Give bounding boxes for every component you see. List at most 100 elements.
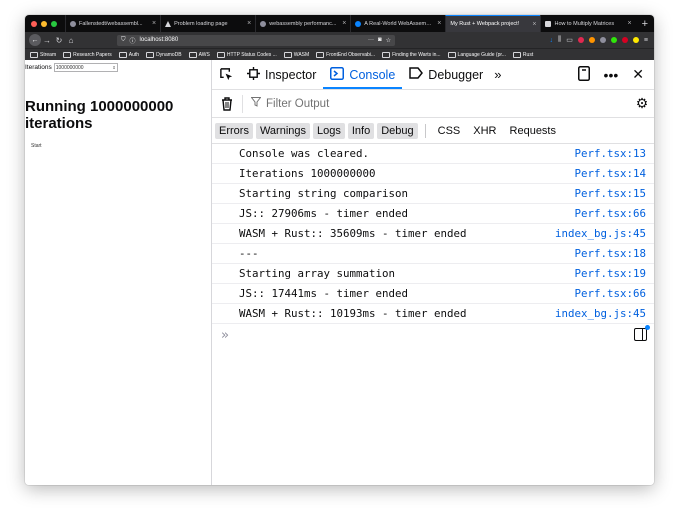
bookmark-star-icon[interactable]: ☆ [386,37,391,44]
site-icon [545,20,552,27]
folder-icon [283,51,292,58]
bookmark-item[interactable]: Language Guide (pr... [447,51,506,58]
library-icon[interactable]: ⫼ [558,36,561,44]
bookmark-item[interactable]: HTTP Status Codes ... [216,51,277,58]
bookmark-item[interactable]: WASM [283,51,309,58]
browser-tab-active[interactable]: My Rust + Webpack project! × [445,15,541,32]
close-tab-icon[interactable]: × [437,20,441,27]
console-settings-gear-icon[interactable]: ⚙ [630,95,654,112]
responsive-design-icon[interactable] [577,65,590,84]
sidebar-icon[interactable]: ▭ [566,36,573,44]
bookmark-label[interactable]: Language Guide (pr... [458,52,506,58]
message-source-link[interactable]: Perf.tsx:13 [574,147,646,160]
message-source-link[interactable]: Perf.tsx:66 [574,287,646,300]
message-source-link[interactable]: index_bg.js:45 [555,227,646,240]
tab-debugger[interactable]: Debugger [402,60,490,89]
console-input[interactable]: » [212,324,654,346]
forward-button[interactable]: → [41,36,53,45]
close-tab-icon[interactable]: × [532,21,536,28]
browser-tab[interactable]: How to Multiply Matrices × [540,15,635,32]
bookmark-item[interactable]: FrontEnd Observabi... [316,51,375,58]
browser-tab[interactable]: Problem loading page × [160,15,255,32]
filter-placeholder[interactable]: Filter Output [266,98,329,110]
level-warnings[interactable]: Warnings [255,122,311,139]
bookmark-item[interactable]: Finding the Warts in... [382,51,441,58]
bookmark-item[interactable]: Stream [30,51,56,58]
back-button[interactable]: ← [29,34,41,46]
message-source-link[interactable]: Perf.tsx:15 [574,187,646,200]
close-window-icon[interactable] [31,20,37,27]
tab-console[interactable]: Console [323,60,403,89]
close-tab-icon[interactable]: × [342,20,346,27]
start-button[interactable]: Start [31,143,42,149]
stepper-icon[interactable]: ⇕ [112,65,115,70]
close-tab-icon[interactable]: × [152,20,156,27]
bookmark-label[interactable]: DynamoDB [156,52,182,58]
iterations-row: Iterations 1000000000 ⇕ [25,63,118,72]
category-css[interactable]: CSS [433,123,466,139]
bookmark-label[interactable]: Auth [129,52,139,58]
message-source-link[interactable]: Perf.tsx:19 [574,267,646,280]
options-menu-icon[interactable]: ••• [604,67,619,83]
iterations-value[interactable]: 1000000000 [56,65,84,71]
more-tools-chevron-icon[interactable]: » [490,67,505,82]
category-requests[interactable]: Requests [505,123,561,139]
download-icon[interactable]: ↓ [550,37,554,44]
maximize-window-icon[interactable] [51,20,57,27]
minimize-window-icon[interactable] [41,20,47,27]
level-info[interactable]: Info [347,122,375,139]
level-errors[interactable]: Errors [215,122,253,139]
bookmark-label[interactable]: Research Papers [73,52,112,58]
folder-icon [118,51,127,58]
bookmark-label[interactable]: WASM [294,52,309,58]
element-picker-icon[interactable] [212,67,240,82]
bookmark-label[interactable]: Stream [40,52,56,58]
url-bar[interactable]: ⛉ ⓘ localhost:8080 ··· ◙ ☆ [117,34,395,46]
extension-icon[interactable] [577,37,584,43]
reload-button[interactable]: ↻ [53,36,65,45]
filter-input[interactable]: Filter Output [242,94,630,113]
bookmark-label[interactable]: AWS [199,52,210,58]
bookmark-item[interactable]: Rust [512,51,533,58]
clear-console-icon[interactable] [212,96,242,111]
iterations-label: Iterations [25,64,52,71]
message-source-link[interactable]: index_bg.js:45 [555,307,646,320]
browser-tab[interactable]: Fallenstedt/webassembl... × [65,15,160,32]
message-source-link[interactable]: Perf.tsx:18 [574,247,646,260]
info-icon[interactable]: ⓘ [130,36,136,45]
tab-inspector[interactable]: Inspector [240,60,323,89]
shield-icon[interactable]: ⛉ [121,37,126,44]
sidebar-toggle-icon[interactable] [634,325,650,341]
page-actions-icon[interactable]: ··· [368,37,374,43]
close-tab-icon[interactable]: × [627,20,631,27]
browser-tab[interactable]: webassembly performanc... × [255,15,350,32]
category-xhr[interactable]: XHR [468,123,501,139]
bookmark-item[interactable]: Auth [118,51,139,58]
extension-icon[interactable] [610,37,617,43]
level-debug[interactable]: Debug [377,122,418,139]
close-devtools-icon[interactable]: ✕ [632,66,644,83]
bookmark-item[interactable]: DynamoDB [146,51,182,58]
bookmark-label[interactable]: HTTP Status Codes ... [227,52,277,58]
menu-icon[interactable]: ≡ [644,37,648,44]
extension-icon[interactable] [632,37,639,43]
bookmark-item[interactable]: Research Papers [63,51,112,58]
extension-icon[interactable] [588,37,595,43]
iterations-input[interactable]: 1000000000 ⇕ [53,63,118,72]
home-button[interactable]: ⌂ [65,36,77,45]
level-logs[interactable]: Logs [313,122,345,139]
close-tab-icon[interactable]: × [247,20,251,27]
bookmark-label[interactable]: FrontEnd Observabi... [326,52,375,58]
extension-icon[interactable] [599,37,606,43]
extension-icon[interactable] [621,37,628,43]
message-source-link[interactable]: Perf.tsx:14 [574,167,646,180]
pocket-icon[interactable]: ◙ [378,37,382,43]
new-tab-button[interactable]: + [636,15,654,32]
bookmark-item[interactable]: AWS [188,51,210,58]
browser-tab[interactable]: A Real-World WebAssembl... × [350,15,445,32]
log-level-bar: Errors Warnings Logs Info Debug CSS XHR … [212,118,654,144]
message-source-link[interactable]: Perf.tsx:66 [574,207,646,220]
url-text[interactable]: localhost:8080 [140,37,364,43]
bookmark-label[interactable]: Rust [523,52,533,58]
bookmark-label[interactable]: Finding the Warts in... [392,52,440,58]
